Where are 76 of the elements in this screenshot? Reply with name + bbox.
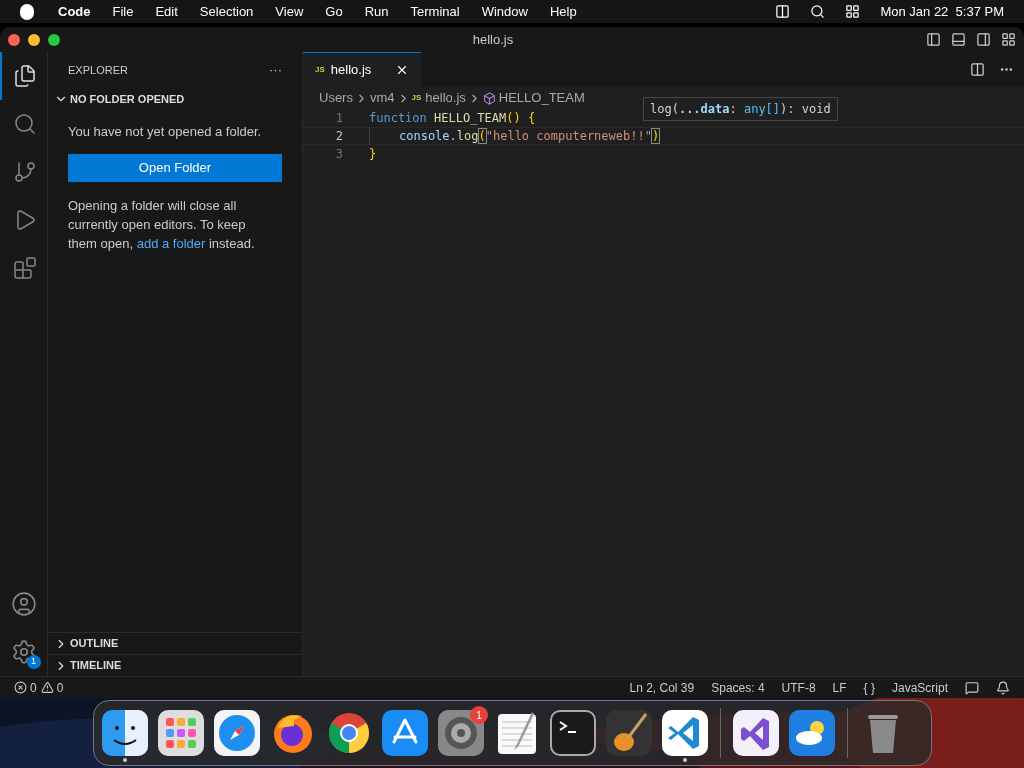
menu-item[interactable]: Go — [325, 1, 343, 22]
toggle-sidebar-icon[interactable] — [926, 32, 941, 47]
split-editor-icon[interactable] — [970, 62, 985, 77]
open-folder-button[interactable]: Open Folder — [68, 153, 282, 182]
menu-item[interactable]: File — [112, 1, 134, 22]
settings-icon[interactable] — [10, 639, 37, 665]
hover-tooltip: log(...data: any[]): void — [643, 97, 838, 121]
status-item[interactable]: { } — [863, 678, 875, 697]
chrome-icon[interactable] — [326, 710, 372, 756]
close-window-icon[interactable] — [8, 33, 20, 46]
code-line: function HELLO_TEAM() { — [369, 110, 536, 127]
empty-message: You have not yet opened a folder. — [68, 123, 263, 141]
display-icon[interactable] — [775, 4, 791, 19]
panel-header[interactable]: TIMELINE — [70, 657, 122, 674]
control-center-icon[interactable] — [845, 4, 861, 19]
toggle-panel-icon[interactable] — [951, 32, 966, 47]
line-number: 2 — [334, 128, 343, 145]
menu-item[interactable]: View — [275, 1, 304, 22]
search-icon[interactable] — [810, 4, 826, 19]
minimize-window-icon[interactable] — [28, 33, 40, 46]
section-header[interactable]: NO FOLDER OPENED — [70, 90, 185, 108]
status-item[interactable]: UTF-8 — [781, 678, 816, 697]
clock[interactable]: Mon Jan 22 5:37 PM — [880, 1, 1004, 22]
status-item[interactable]: Spaces: 4 — [711, 678, 765, 697]
finder-icon[interactable] — [102, 710, 148, 756]
account-icon[interactable] — [10, 591, 37, 617]
status-item[interactable]: JavaScript — [891, 678, 948, 697]
code-line: } — [369, 146, 377, 163]
launchpad-icon[interactable] — [158, 710, 204, 756]
more-actions-button[interactable]: ··· — [269, 60, 282, 80]
breadcrumb-item[interactable]: hello.js — [425, 88, 466, 108]
editor-tab[interactable]: JS hello.js — [303, 52, 421, 87]
app-store-icon[interactable] — [382, 710, 428, 756]
terminal-icon[interactable] — [550, 710, 596, 756]
add-folder-link[interactable]: add a folder — [136, 235, 206, 251]
breadcrumb-item[interactable]: vm4 — [369, 88, 395, 108]
symbol-icon — [482, 91, 496, 105]
bell-icon[interactable] — [996, 680, 1010, 695]
zoom-window-icon[interactable] — [48, 33, 60, 46]
breadcrumb-item[interactable]: Users — [319, 88, 353, 108]
compass-icon[interactable] — [214, 710, 260, 756]
menu-item[interactable]: Terminal — [410, 1, 460, 22]
toggle-secondary-sidebar-icon[interactable] — [976, 32, 991, 47]
warning-count[interactable]: 0 — [56, 678, 64, 697]
feedback-icon[interactable] — [965, 680, 979, 695]
info-text: Opening a folder will close all currently open editors. To keep them open, add a folder instead. — [68, 196, 256, 253]
status-item[interactable]: LF — [832, 678, 847, 697]
file-type-label: JS — [315, 64, 325, 76]
breadcrumb-item[interactable]: HELLO_TEAM — [498, 88, 585, 108]
error-count[interactable]: 0 — [30, 678, 37, 697]
app-menu[interactable]: Code — [58, 1, 91, 22]
close-icon[interactable] — [395, 63, 409, 77]
file-type-label: JS — [411, 92, 422, 104]
window-title: hello.js — [471, 30, 515, 49]
code-editor-icon[interactable] — [662, 710, 708, 756]
warning-icon[interactable] — [40, 681, 54, 694]
status-item[interactable]: Ln 2, Col 39 — [629, 678, 695, 697]
guitar-icon[interactable] — [606, 710, 652, 756]
notification-badge: 1 — [26, 655, 41, 669]
sidebar-title: EXPLORER — [68, 62, 128, 78]
panel-header[interactable]: OUTLINE — [70, 635, 119, 652]
line-number: 3 — [334, 146, 343, 163]
weather-icon[interactable] — [789, 710, 835, 756]
line-number: 1 — [334, 110, 343, 127]
layout-icon[interactable] — [1001, 32, 1016, 47]
error-icon[interactable] — [14, 681, 27, 694]
menu-item[interactable]: Help — [549, 1, 577, 22]
code-line: console.log("hello computerneweb!!") — [369, 127, 660, 145]
tab-label: hello.js — [330, 61, 372, 80]
menu-item[interactable]: Edit — [155, 1, 178, 22]
infinity-logo-icon[interactable] — [733, 710, 779, 756]
menu-item[interactable]: Window — [481, 1, 528, 22]
notification-badge: 1 — [470, 706, 488, 724]
menu-item[interactable]: Run — [364, 1, 389, 22]
menu-item[interactable]: Selection — [199, 1, 254, 22]
gear-icon[interactable] — [438, 710, 484, 756]
